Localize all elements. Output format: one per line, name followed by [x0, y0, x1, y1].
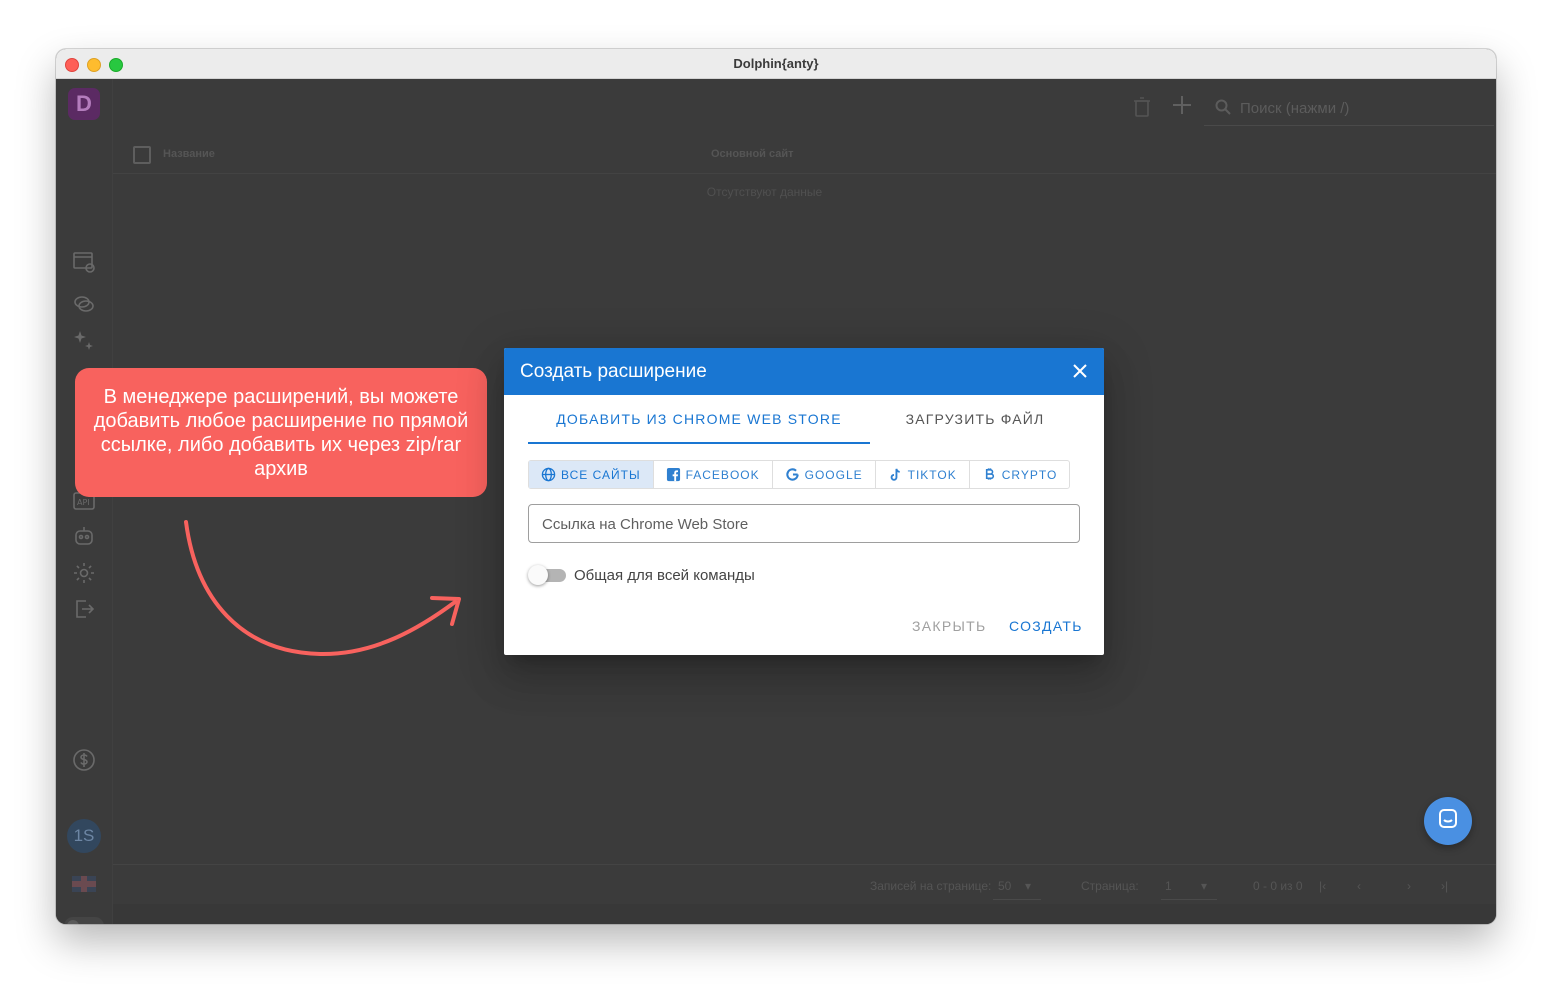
chip-google[interactable]: GOOGLE: [773, 461, 876, 488]
chip-label: GOOGLE: [804, 467, 863, 482]
bitcoin-icon: [982, 467, 997, 482]
chip-tiktok[interactable]: TIKTOK: [876, 461, 970, 488]
column-header-site[interactable]: Основной сайт: [711, 148, 794, 160]
tab-chrome-web-store[interactable]: ДОБАВИТЬ ИЗ CHROME WEB STORE: [528, 396, 870, 444]
chat-bubble-icon: [1436, 807, 1460, 836]
page-label: Страница:: [1081, 879, 1139, 893]
prev-page-icon[interactable]: ‹: [1357, 879, 1361, 893]
theme-toggle[interactable]: [64, 917, 104, 924]
add-extension-icon[interactable]: [1170, 93, 1194, 117]
next-page-icon[interactable]: ›: [1407, 879, 1411, 893]
dialog-header: Создать расширение: [504, 348, 1104, 395]
sidebar: D API 1S: [56, 79, 113, 924]
close-icon[interactable]: [1070, 361, 1090, 381]
page-select[interactable]: 1: [1165, 879, 1172, 893]
globe-icon: [541, 467, 556, 482]
last-page-icon[interactable]: ›|: [1441, 879, 1448, 893]
chip-crypto[interactable]: CRYPTO: [970, 461, 1070, 488]
status-strip: [113, 904, 1496, 924]
search-icon: [1214, 98, 1232, 116]
tiktok-icon: [888, 467, 903, 482]
chip-all-sites[interactable]: ВСЕ САЙТЫ: [529, 461, 654, 488]
rows-per-page-select[interactable]: 50: [998, 879, 1011, 893]
pagination: Записей на странице: 50 ▾ Страница: 1 ▾ …: [113, 864, 1496, 905]
trash-icon[interactable]: [1132, 96, 1152, 118]
window-minimize-button[interactable]: [87, 58, 101, 72]
gear-icon[interactable]: [72, 561, 96, 585]
rows-per-page-label: Записей на странице:: [870, 879, 992, 893]
facebook-icon: [666, 467, 681, 482]
select-all-checkbox[interactable]: [133, 146, 151, 164]
share-with-team-label: Общая для всей команды: [574, 567, 755, 584]
callout-arrow-icon: [184, 520, 461, 657]
google-icon: [785, 467, 800, 482]
dialog-title: Создать расширение: [520, 361, 707, 382]
search-box: [1204, 91, 1494, 126]
window-controls: [65, 58, 123, 72]
svg-text:API: API: [77, 498, 90, 507]
rows-select-chevron-icon[interactable]: ▾: [1025, 879, 1031, 893]
tab-upload-file[interactable]: ЗАГРУЗИТЬ ФАЙЛ: [870, 396, 1080, 442]
logout-icon[interactable]: [72, 597, 96, 621]
top-toolbar: [1076, 79, 1496, 135]
create-extension-dialog: Создать расширение ДОБАВИТЬ ИЗ CHROME WE…: [504, 348, 1104, 655]
window-maximize-button[interactable]: [109, 58, 123, 72]
page-range: 0 - 0 из 0: [1253, 879, 1303, 893]
page-select-chevron-icon[interactable]: ▾: [1201, 879, 1207, 893]
dollar-icon[interactable]: [72, 748, 96, 772]
title-bar: Dolphin{anty}: [56, 49, 1496, 79]
window-title: Dolphin{anty}: [733, 56, 819, 71]
support-chat-button[interactable]: [1424, 797, 1472, 845]
robot-icon[interactable]: [72, 525, 96, 549]
chip-label: ВСЕ САЙТЫ: [561, 467, 641, 482]
chip-label: CRYPTO: [1001, 467, 1058, 482]
close-button[interactable]: ЗАКРЫТЬ: [912, 618, 987, 634]
window-close-button[interactable]: [65, 58, 79, 72]
column-header-name[interactable]: Название: [163, 148, 215, 160]
table-header: Название Основной сайт: [113, 135, 1496, 174]
chip-label: FACEBOOK: [685, 467, 760, 482]
sparkle-icon[interactable]: [72, 329, 96, 353]
language-flag-icon[interactable]: [72, 876, 96, 892]
callout-text: В менеджере расширений, вы можете добави…: [93, 385, 469, 480]
tutorial-callout: В менеджере расширений, вы можете добави…: [75, 368, 487, 497]
chrome-store-link-input[interactable]: [540, 505, 1064, 544]
chip-facebook[interactable]: FACEBOOK: [654, 461, 773, 488]
site-filter-chips: ВСЕ САЙТЫ FACEBOOK GOOGLE TIKTOK CRYPTO: [528, 460, 1071, 489]
search-input[interactable]: [1238, 95, 1482, 121]
browser-profiles-icon[interactable]: [72, 250, 96, 274]
dialog-tabs: ДОБАВИТЬ ИЗ CHROME WEB STORE ЗАГРУЗИТЬ Ф…: [528, 396, 1080, 444]
first-page-icon[interactable]: |‹: [1319, 879, 1326, 893]
create-button[interactable]: СОЗДАТЬ: [1009, 618, 1083, 634]
share-with-team-toggle[interactable]: [528, 565, 566, 585]
chat-icon[interactable]: [72, 292, 96, 316]
empty-table-message: Отсутствуют данные: [706, 185, 823, 199]
chip-label: TIKTOK: [907, 467, 957, 482]
avatar[interactable]: 1S: [67, 819, 101, 853]
app-logo[interactable]: D: [68, 88, 100, 120]
chrome-store-link-field: [528, 504, 1080, 544]
